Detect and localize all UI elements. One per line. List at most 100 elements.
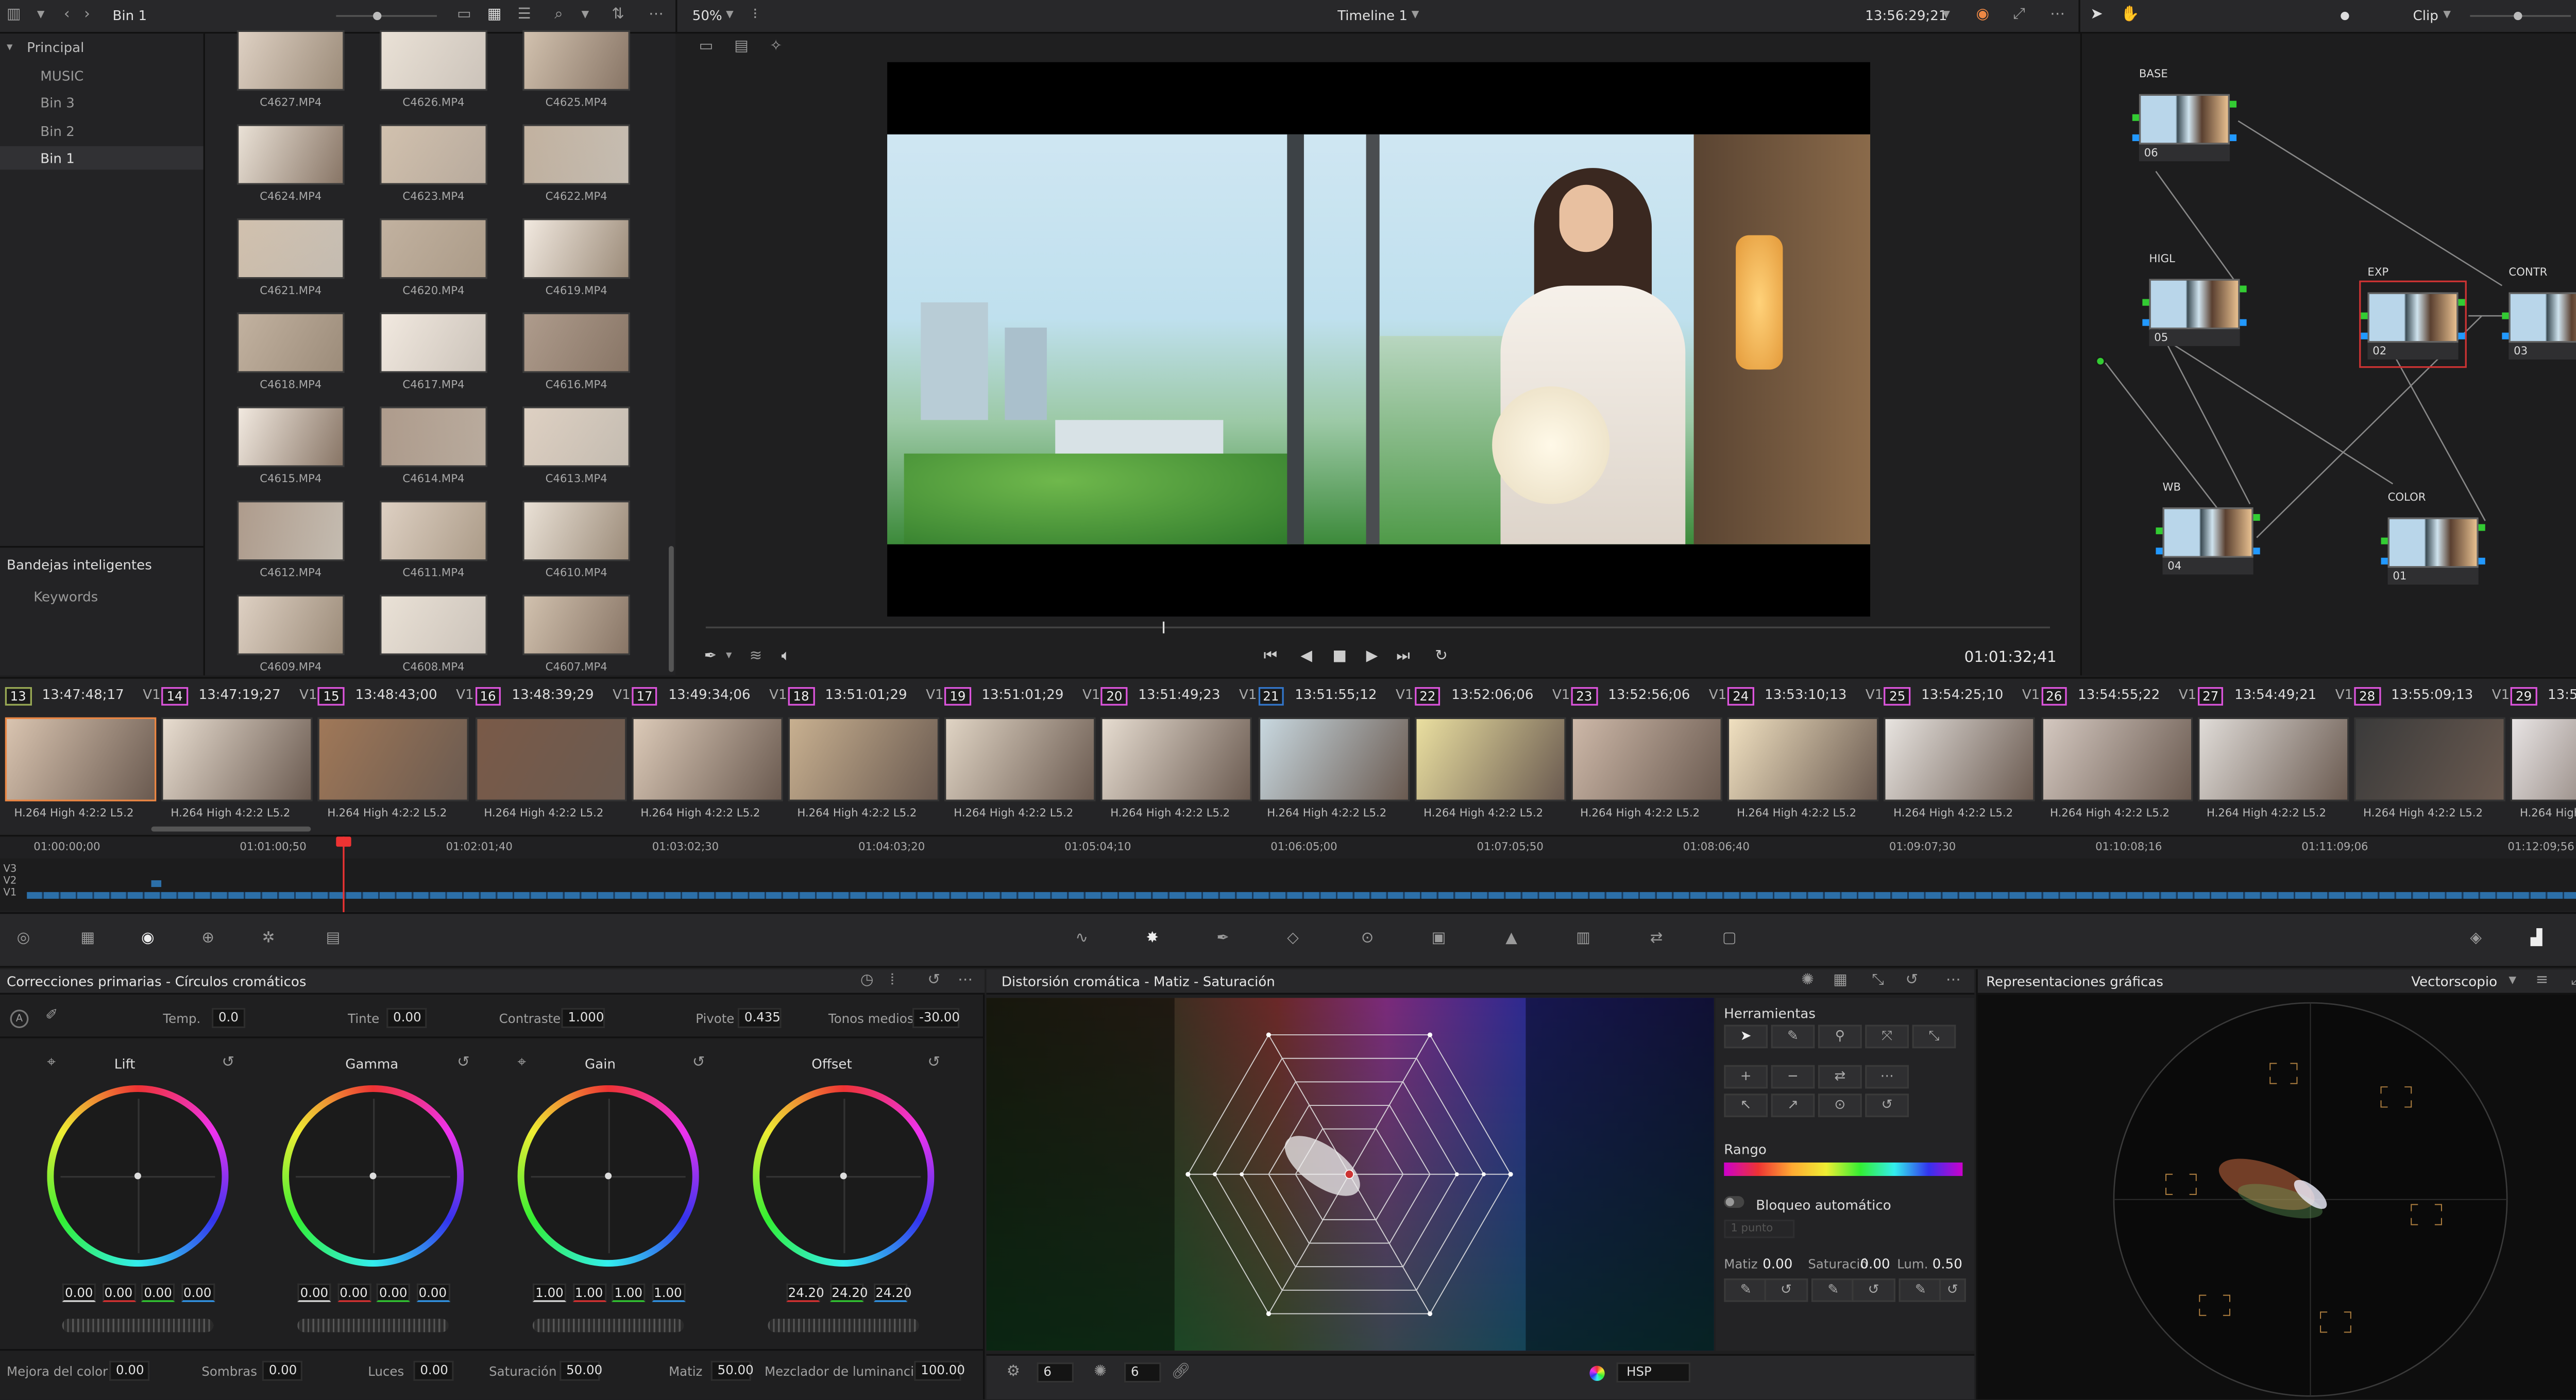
chevron-down-icon[interactable]: ▾ <box>7 41 12 54</box>
reset-icon[interactable]: ↺ <box>692 1056 705 1071</box>
layers-icon[interactable]: ≋ <box>750 650 762 665</box>
camera-raw-icon[interactable]: ◎ <box>17 931 30 947</box>
clock-icon[interactable]: ◷ <box>860 974 874 989</box>
media-pool-scrollbar[interactable] <box>669 545 674 672</box>
lum-reset-icon[interactable]: ↺ <box>1939 1278 1966 1302</box>
forward-arrow-icon[interactable]: › <box>84 8 90 23</box>
select-tool-icon[interactable]: ➤ <box>1724 1025 1768 1049</box>
wheel-value[interactable]: 24.20 <box>786 1283 824 1302</box>
color-node[interactable]: BASE 06 <box>2132 67 2237 168</box>
clip-number-badge[interactable]: 22 <box>1414 687 1441 706</box>
color-wheels-icon[interactable]: ◉ <box>141 931 155 947</box>
node-output-port-icon[interactable] <box>2253 514 2260 521</box>
master-wheel[interactable] <box>532 1319 684 1333</box>
eyedropper-icon[interactable]: ✐ <box>45 1009 58 1025</box>
back-arrow-icon[interactable]: ‹ <box>64 8 70 23</box>
go-to-end-icon[interactable]: ⏭︎ <box>1396 650 1410 665</box>
node-key-input-icon[interactable] <box>2156 548 2163 555</box>
wheel-value[interactable]: 0.00 <box>141 1283 175 1302</box>
sizing-icon[interactable]: ⇄ <box>1650 931 1663 947</box>
bin-item[interactable]: Bin 2 <box>40 124 75 139</box>
play-icon[interactable]: ▶ <box>1366 650 1378 665</box>
media-thumbnail[interactable] <box>236 30 345 91</box>
luces-field[interactable]: 0.00 <box>413 1360 454 1381</box>
node-editor[interactable]: BASE 06 HIGL 05 EXP 02 CONTR 03 WB 04 COLOR 01 <box>2080 33 2576 676</box>
clip-thumbnail[interactable] <box>1727 717 1879 801</box>
clip-number-badge[interactable]: 29 <box>2511 687 2537 706</box>
media-thumbnail[interactable] <box>380 312 487 373</box>
v2-track-clip[interactable] <box>151 880 162 887</box>
blur-icon[interactable]: ▲ <box>1505 931 1517 947</box>
wheel-value[interactable]: 0.00 <box>416 1283 450 1302</box>
v1-track-clips[interactable] <box>27 892 2576 899</box>
bin-item[interactable]: MUSIC <box>40 69 83 84</box>
safe-area-icon[interactable]: ⁝ <box>753 8 757 23</box>
audio-icon[interactable]: 🔈︎ <box>782 650 791 665</box>
reset-icon[interactable]: ↺ <box>222 1056 235 1071</box>
matiz-field[interactable]: 50.00 <box>710 1360 754 1381</box>
spread-icon[interactable]: ⋯ <box>1865 1065 1909 1089</box>
wheel-value[interactable]: 1.00 <box>532 1283 567 1302</box>
midtone-field[interactable]: -30.00 <box>912 1008 960 1029</box>
grid-a-select[interactable]: 6 <box>1037 1362 1074 1383</box>
master-wheel[interactable] <box>768 1319 920 1333</box>
node-zoom-slider[interactable] <box>2470 11 2571 21</box>
color-wheel-lift[interactable] <box>47 1085 229 1267</box>
sat-value[interactable]: 0.00 <box>1860 1257 1890 1272</box>
thumbnail-size-slider[interactable] <box>336 11 437 21</box>
clip-thumbnail[interactable] <box>2197 717 2349 801</box>
link-icon[interactable]: 🔗︎ <box>1171 1365 1190 1381</box>
clip-strip-scrollbar[interactable] <box>151 826 311 832</box>
color-warper-icon[interactable]: ✸ <box>1146 931 1159 947</box>
media-thumbnail[interactable] <box>380 124 487 185</box>
reset-icon[interactable]: ↺ <box>1906 974 1919 989</box>
more-options-icon[interactable]: ⋯ <box>1946 974 1961 989</box>
clip-number-badge[interactable]: 28 <box>2354 687 2381 706</box>
color-node[interactable]: EXP 02 <box>2359 265 2467 368</box>
stop-icon[interactable]: ■ <box>1332 650 1347 665</box>
playhead-handle[interactable] <box>336 836 351 847</box>
color-managed-icon[interactable]: ◉ <box>1976 8 1990 23</box>
clip-thumbnail[interactable] <box>1571 717 1723 801</box>
curves-icon[interactable]: ∿ <box>1075 931 1088 947</box>
media-thumbnail[interactable] <box>236 124 345 185</box>
color-wheel-gamma[interactable] <box>282 1085 464 1267</box>
wheel-value[interactable]: 0.00 <box>336 1283 371 1302</box>
node-key-input-icon[interactable] <box>2502 332 2509 339</box>
sat-picker-icon[interactable]: ✎ <box>1811 1278 1855 1302</box>
pointer-tool-icon[interactable]: ➤ <box>2090 8 2103 23</box>
media-thumbnail[interactable] <box>236 218 345 279</box>
node-key-input-icon[interactable] <box>2361 332 2368 339</box>
reverse-play-icon[interactable]: ◀ <box>1300 650 1312 665</box>
picker-icon[interactable]: ⌖ <box>518 1056 527 1071</box>
clip-number-badge[interactable]: 25 <box>1884 687 1911 706</box>
sidebar-toggle-icon[interactable]: ▥ <box>7 8 21 23</box>
move-icon[interactable]: ↖ <box>1724 1094 1768 1117</box>
node-input-port-icon[interactable] <box>2132 114 2139 121</box>
hue-grid-icon[interactable]: ⚙ <box>1007 1365 1020 1381</box>
warper-grid-canvas[interactable] <box>986 998 1714 1351</box>
bars-icon[interactable]: ⦙ <box>891 974 894 989</box>
color-node[interactable]: WB 04 <box>2156 481 2260 581</box>
chevron-down-icon[interactable]: ▾ <box>726 650 732 662</box>
node-key-input-icon[interactable] <box>2132 134 2139 141</box>
hand-tool-icon[interactable]: ✋ <box>2121 8 2140 23</box>
clip-thumbnail[interactable] <box>944 717 1096 801</box>
drag-tool-icon[interactable]: ✎ <box>1771 1025 1815 1049</box>
scopes-icon[interactable]: ▟ <box>2531 931 2543 947</box>
node-input-port-icon[interactable] <box>2502 312 2509 319</box>
scope-settings-icon[interactable]: ≡ <box>2536 974 2549 989</box>
clip-thumbnail[interactable] <box>318 717 470 801</box>
node-key-output-icon[interactable] <box>2240 319 2247 326</box>
color-wheel-offset[interactable] <box>753 1085 935 1267</box>
video-frame[interactable] <box>887 62 1871 617</box>
media-thumbnail[interactable] <box>522 124 631 185</box>
media-thumbnail[interactable] <box>380 594 487 655</box>
source-input-icon[interactable] <box>2095 356 2106 367</box>
tint-field[interactable]: 0.00 <box>386 1008 427 1029</box>
master-wheel[interactable] <box>297 1319 449 1333</box>
wheel-puck[interactable] <box>840 1172 847 1180</box>
wheel-value[interactable]: 1.00 <box>572 1283 606 1302</box>
bin-item-selected[interactable]: Bin 1 <box>0 146 204 170</box>
wheel-value[interactable]: 1.00 <box>612 1283 646 1302</box>
